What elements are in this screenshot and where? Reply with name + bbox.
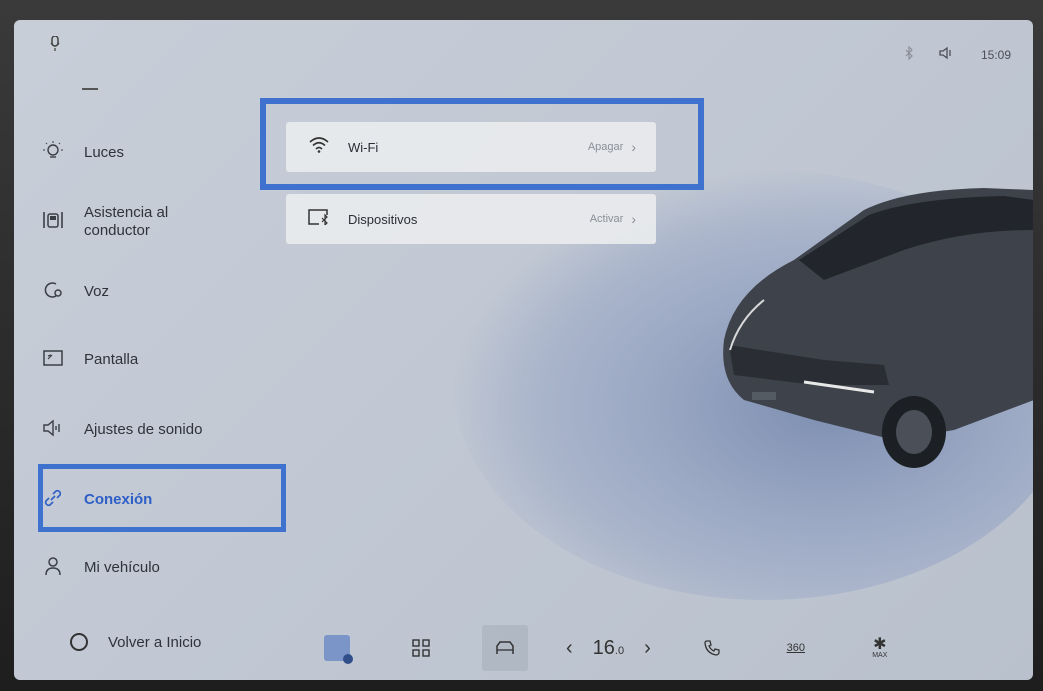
sidebar-item-label: Ajustes de sonido	[84, 421, 203, 438]
sidebar-item-luces[interactable]: Luces	[14, 123, 254, 183]
driver-assist-icon	[36, 210, 70, 235]
sound-icon	[36, 419, 70, 442]
home-circle-icon	[70, 633, 88, 651]
sidebar-item-label: Mi vehículo	[84, 559, 160, 576]
volume-icon[interactable]	[939, 46, 955, 63]
sidebar-item-pantalla[interactable]: Pantalla	[14, 330, 254, 390]
phone-button[interactable]	[689, 625, 735, 671]
bluetooth-devices-icon	[304, 208, 334, 230]
sidebar-collapse-handle[interactable]	[82, 88, 98, 90]
apps-grid-button[interactable]	[398, 625, 444, 671]
microphone-icon[interactable]	[50, 35, 60, 55]
home-button[interactable]: Volver a Inicio	[70, 633, 201, 651]
conexion-highlight-box	[38, 464, 286, 532]
bluetooth-icon	[905, 45, 913, 63]
temperature-value: 16.0	[592, 636, 625, 659]
defrost-max-icon: ✱	[873, 635, 887, 653]
sidebar-item-label: Luces	[84, 144, 125, 161]
sidebar-item-mi-vehiculo[interactable]: Mi vehículo	[14, 538, 254, 598]
temperature-control: ‹ 16.0 ›	[566, 637, 651, 660]
car-settings-button[interactable]	[482, 625, 528, 671]
sidebar-item-label: Pantalla	[84, 351, 139, 368]
status-bar: 15:09	[905, 45, 1011, 63]
bottom-dock: Volver a Inicio ‹ 16.0 › 360 ✱ MAX	[14, 605, 1033, 680]
dispositivos-state: Activar	[589, 213, 624, 225]
music-app-icon	[324, 635, 353, 664]
clock: 15:09	[980, 47, 1011, 62]
dispositivos-card[interactable]: Dispositivos Activar ›	[286, 194, 656, 244]
light-bulb-icon	[36, 140, 70, 166]
camera-360-icon: 360	[786, 642, 805, 654]
infotainment-screen: 15:09 Luces Asistencia al conductor Voz	[14, 20, 1033, 680]
temp-down-icon[interactable]: ‹	[566, 637, 573, 660]
person-icon	[36, 556, 70, 581]
apps-grid-icon	[412, 639, 430, 657]
dock-icons: ‹ 16.0 › 360 ✱ MAX	[314, 625, 941, 671]
wifi-highlight-box	[260, 98, 704, 190]
temp-up-icon[interactable]: ›	[644, 637, 651, 660]
sidebar-item-voz[interactable]: Voz	[14, 262, 254, 322]
music-app-button[interactable]	[314, 625, 360, 671]
defrost-max-button[interactable]: ✱ MAX	[857, 625, 903, 671]
chevron-right-icon: ›	[631, 211, 636, 227]
defrost-max-label: MAX	[872, 651, 888, 659]
sidebar-item-sonido[interactable]: Ajustes de sonido	[14, 400, 254, 460]
phone-icon	[704, 640, 720, 656]
sidebar-item-label: Voz	[84, 283, 110, 300]
camera-360-button[interactable]: 360	[773, 625, 819, 671]
voice-icon	[36, 281, 70, 304]
display-icon	[36, 349, 70, 371]
car-icon	[496, 641, 514, 654]
sidebar-item-asistencia[interactable]: Asistencia al conductor	[14, 192, 254, 252]
sidebar-item-label: Asistencia al conductor	[84, 204, 169, 239]
dispositivos-title: Dispositivos	[348, 211, 418, 227]
home-label: Volver a Inicio	[108, 633, 202, 651]
car-image	[723, 188, 1033, 468]
